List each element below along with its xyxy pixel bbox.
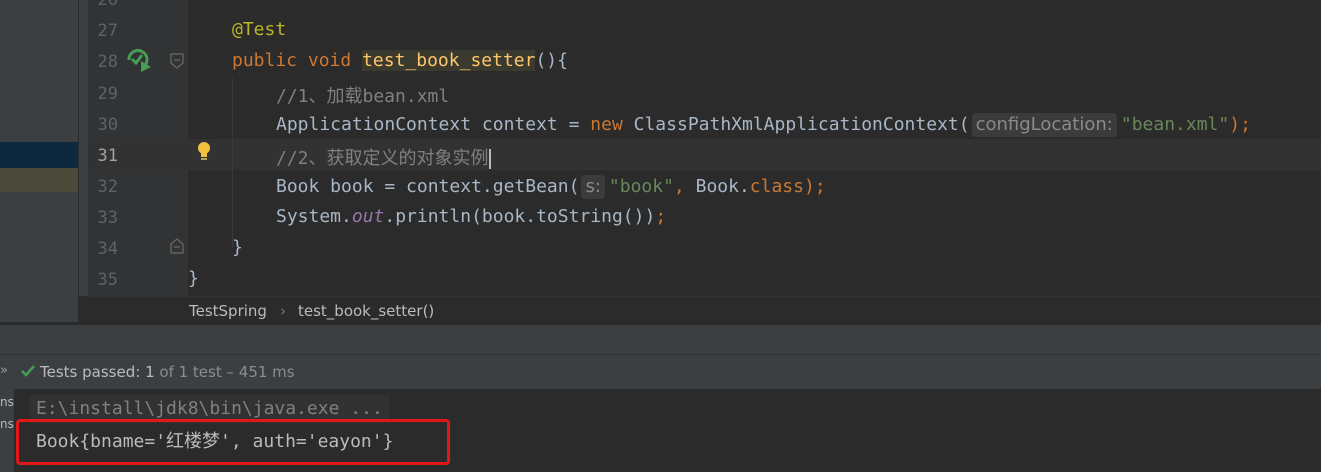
code-text: ApplicationContext context = xyxy=(276,114,591,135)
text-caret xyxy=(488,149,491,169)
line-number: 29 xyxy=(97,84,118,104)
code-line-31[interactable]: //2、获取定义的对象实例 xyxy=(276,144,491,170)
parameter-hint: configLocation: xyxy=(971,113,1117,137)
breadcrumb-method[interactable]: test_book_setter() xyxy=(298,302,434,320)
line-number: 33 xyxy=(97,208,118,228)
code-text: ); xyxy=(1229,114,1251,135)
line-number: 28 xyxy=(97,52,118,72)
code-text: .println(book.toString()) xyxy=(384,206,656,227)
line-number: 32 xyxy=(97,177,118,197)
indent-guide xyxy=(232,78,233,248)
current-line-highlight xyxy=(88,139,1321,170)
code-text: , xyxy=(673,176,685,197)
code-line-32[interactable]: Book book = context.getBean(s: "book", Bo… xyxy=(276,175,826,199)
run-panel-header xyxy=(0,324,1321,355)
code-text: (){ xyxy=(535,50,568,71)
line-number: 35 xyxy=(97,270,118,290)
fold-collapse-icon[interactable] xyxy=(170,53,184,69)
code-text: ; xyxy=(655,206,667,227)
fold-end-icon[interactable] xyxy=(170,238,184,254)
line-number: 30 xyxy=(97,115,118,135)
tests-duration: – 451 ms xyxy=(226,363,295,381)
code-line-33[interactable]: System.out.println(book.toString()); xyxy=(276,206,666,227)
expand-arrows-icon[interactable]: » xyxy=(0,363,8,378)
keyword-token: new xyxy=(590,114,623,135)
code-line-29[interactable]: //1、加载bean.xml xyxy=(276,82,449,108)
highlighted-tree-row[interactable] xyxy=(0,168,88,192)
lightbulb-icon[interactable] xyxy=(196,141,212,161)
code-line-30[interactable]: ApplicationContext context = new ClassPa… xyxy=(276,113,1251,137)
breadcrumb: TestSpring › test_book_setter() xyxy=(88,296,1321,325)
line-number-current: 31 xyxy=(97,146,118,166)
tests-passed-count: 1 xyxy=(145,363,155,381)
breadcrumb-separator: › xyxy=(280,302,286,320)
method-name-token: test_book_setter xyxy=(362,50,536,71)
project-panel-strip xyxy=(0,0,88,322)
parameter-hint: s: xyxy=(581,175,605,199)
breadcrumb-class[interactable]: TestSpring xyxy=(189,302,267,320)
line-number: 26 xyxy=(97,0,118,10)
check-icon xyxy=(21,365,35,377)
selected-tree-row[interactable] xyxy=(0,142,88,168)
test-status-bar: » Tests passed: 1 of 1 test – 451 ms xyxy=(0,354,1321,390)
highlight-box xyxy=(16,419,450,465)
line-number: 27 xyxy=(97,21,118,41)
keyword-token: public xyxy=(232,50,298,71)
tests-passed-label: Tests passed: xyxy=(40,363,141,381)
code-text: System. xyxy=(276,206,352,227)
console-output[interactable]: ns ns E:\install\jdk8\bin\java.exe ... B… xyxy=(0,389,1321,472)
string-token: "book" xyxy=(608,176,674,197)
comment-token: //1、加载bean.xml xyxy=(276,86,450,107)
code-text: ClassPathXmlApplicationContext( xyxy=(622,114,970,135)
code-line-28[interactable]: public void test_book_setter(){ xyxy=(232,50,568,71)
run-test-icon[interactable] xyxy=(126,48,152,72)
static-field-token: out xyxy=(351,206,385,227)
line-number: 34 xyxy=(97,239,118,259)
code-text: ); xyxy=(803,176,826,197)
comment-token: //2、获取定义的对象实例 xyxy=(276,148,489,169)
code-line-35[interactable]: } xyxy=(188,268,199,289)
annotation-token: @Test xyxy=(232,19,287,40)
keyword-token: void xyxy=(307,50,352,71)
code-text: } xyxy=(232,237,243,258)
code-line-34[interactable]: } xyxy=(232,237,243,258)
code-line-27[interactable]: @Test xyxy=(232,19,286,40)
code-text: } xyxy=(188,268,199,289)
code-text: Book. xyxy=(684,176,750,197)
side-label[interactable]: ns xyxy=(0,395,14,409)
string-token: "bean.xml" xyxy=(1120,114,1230,135)
tests-total: of 1 test xyxy=(159,363,222,381)
console-side-strip: ns ns xyxy=(0,389,14,472)
test-result-text: Tests passed: 1 of 1 test – 451 ms xyxy=(40,363,295,381)
side-label[interactable]: ns xyxy=(0,417,14,431)
code-text: Book book = context.getBean( xyxy=(276,176,580,197)
keyword-token: class xyxy=(749,176,804,197)
